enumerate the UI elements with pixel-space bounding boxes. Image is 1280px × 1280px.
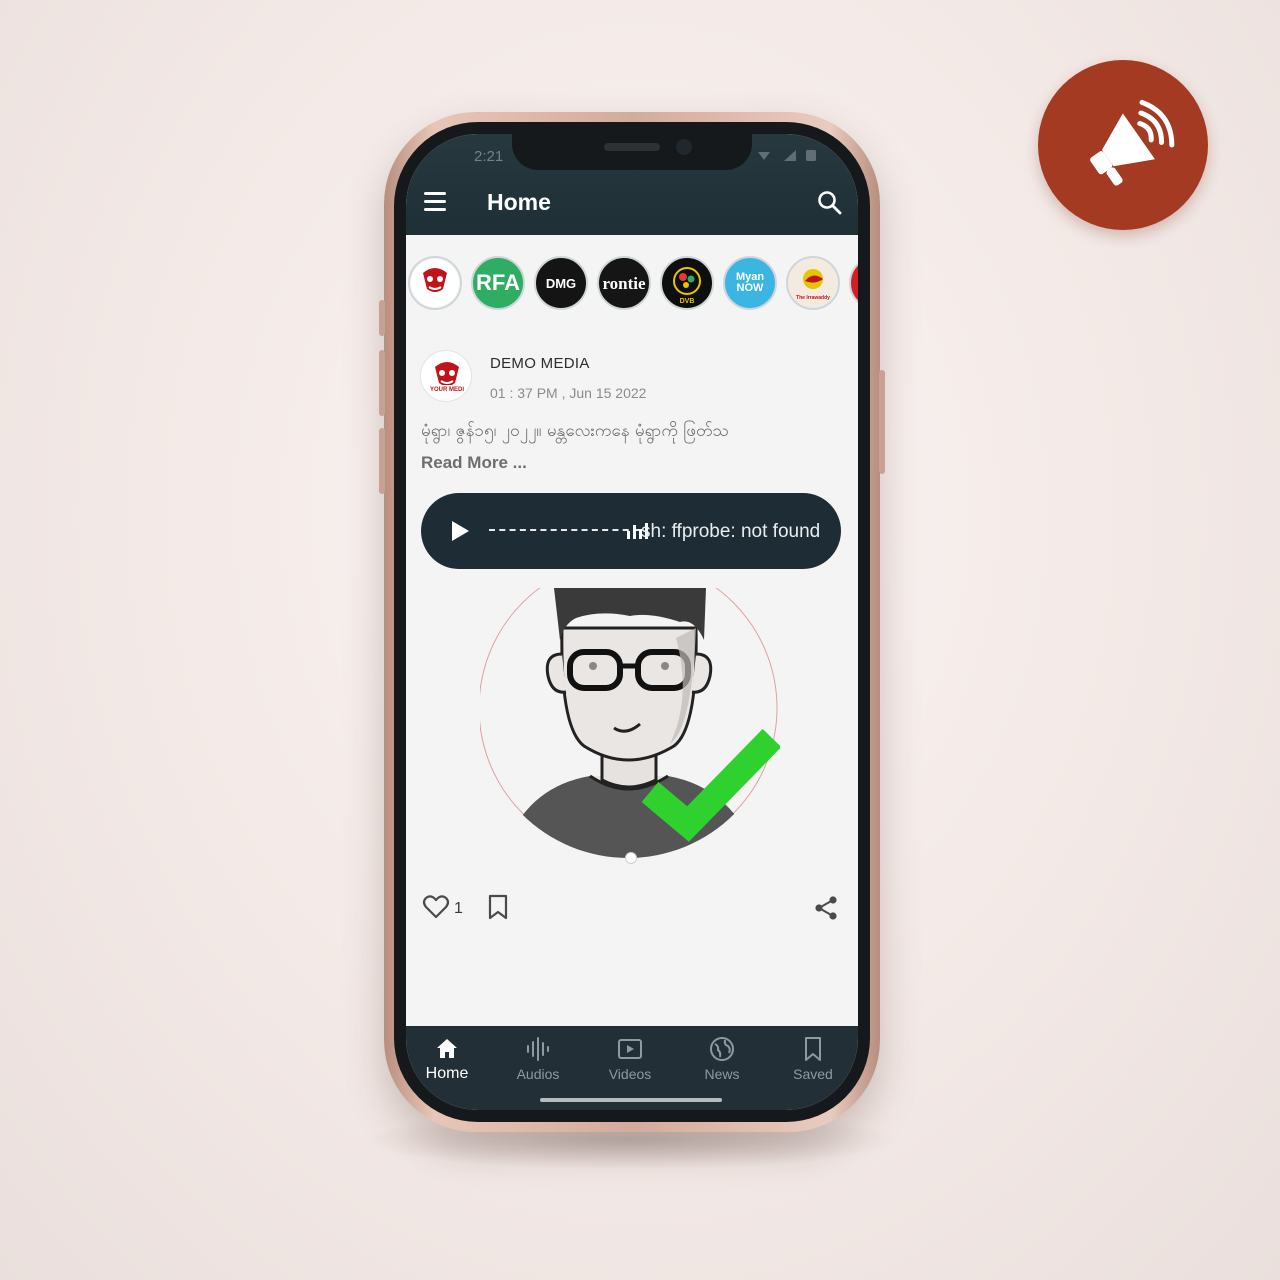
nav-item-saved[interactable]: Saved <box>768 1026 858 1096</box>
post-body-text: မုံရွာ၊ ဇွန်၁၅၊ ၂၀၂၂။ မန္တလေးကနေ မုံရွာက… <box>421 421 729 441</box>
share-icon[interactable] <box>812 894 840 922</box>
story-label: RFA <box>476 270 520 295</box>
status-time: 2:21 <box>474 148 504 165</box>
nav-label: Saved <box>793 1066 833 1082</box>
story-avatar-irrawaddy[interactable]: The Irrawaddy <box>786 256 840 310</box>
nav-label: News <box>704 1066 740 1082</box>
audio-error-text: sh: ffprobe: not found <box>641 521 821 542</box>
phone-mute-switch <box>379 300 385 336</box>
bookmark-icon[interactable] <box>487 894 509 920</box>
phone-camera <box>676 139 692 155</box>
nav-item-home[interactable]: Home <box>406 1026 492 1096</box>
menu-icon[interactable] <box>422 192 448 212</box>
phone-volume-up <box>379 350 385 416</box>
nav-item-audios[interactable]: Audios <box>493 1026 583 1096</box>
bottom-navigation: Home Audios Videos News Saved <box>406 1026 858 1110</box>
phone-speaker <box>604 143 660 151</box>
read-more-link[interactable]: Read More ... <box>421 453 527 473</box>
svg-text:YOUR MEDI: YOUR MEDI <box>430 387 464 393</box>
story-label: rontie <box>602 273 646 293</box>
play-icon[interactable] <box>449 519 471 543</box>
story-avatar-dvb[interactable]: DVB <box>660 256 714 310</box>
phone-power-button <box>879 370 885 474</box>
bookmark-icon <box>805 1037 821 1061</box>
page-title: Home <box>487 189 551 215</box>
video-play-icon <box>618 1039 642 1059</box>
post-timestamp: 01 : 37 PM , Jun 15 2022 <box>490 385 647 401</box>
svg-text:DVB: DVB <box>680 298 695 305</box>
image-page-indicator <box>625 852 637 864</box>
home-icon <box>437 1039 457 1058</box>
heart-icon[interactable] <box>422 894 450 920</box>
phone-volume-down <box>379 428 385 494</box>
megaphone-icon <box>1090 99 1175 186</box>
audio-player[interactable]: sh: ffprobe: not found <box>421 493 841 569</box>
dvb-logo: DVB <box>673 267 701 305</box>
channel-stories-row: RFA DMG rontie DVB Myan NOW The Irrawadd… <box>406 256 858 312</box>
verified-avatar-illustration <box>480 588 780 858</box>
audio-waveform[interactable] <box>489 529 639 532</box>
irrawaddy-logo: The Irrawaddy <box>796 269 830 301</box>
globe-icon <box>710 1037 734 1061</box>
story-label: Myan NOW <box>735 271 765 294</box>
post-author-avatar[interactable]: YOUR MEDI <box>420 350 472 402</box>
story-label: DMG <box>545 275 577 291</box>
like-count: 1 <box>454 900 463 917</box>
search-icon[interactable] <box>816 189 844 217</box>
story-avatar-your-media[interactable] <box>408 256 462 310</box>
story-avatar-rfa[interactable]: RFA <box>471 256 525 310</box>
post-actions: 1 <box>406 894 858 924</box>
status-icons <box>758 150 816 161</box>
nav-label: Home <box>425 1065 469 1082</box>
home-indicator <box>540 1098 722 1102</box>
post-image[interactable] <box>480 588 780 864</box>
story-avatar-dmg[interactable]: DMG <box>534 256 588 310</box>
story-avatar-more[interactable] <box>849 256 858 310</box>
phone-notch <box>512 134 752 170</box>
megaphone-badge <box>1038 60 1208 230</box>
svg-text:The Irrawaddy: The Irrawaddy <box>796 295 830 301</box>
app-screen: 2:21 Home RFA DMG rontie DVB Myan NOW Th… <box>406 134 858 1110</box>
your-media-logo <box>411 259 459 307</box>
story-avatar-myanmar-now[interactable]: Myan NOW <box>723 256 777 310</box>
nav-label: Videos <box>608 1066 652 1082</box>
audio-wave-icon <box>527 1037 549 1061</box>
nav-item-videos[interactable]: Videos <box>585 1026 675 1096</box>
nav-item-news[interactable]: News <box>677 1026 767 1096</box>
your-media-logo: YOUR MEDI <box>427 362 467 393</box>
post-author-name[interactable]: DEMO MEDIA <box>490 355 590 372</box>
story-avatar-frontier[interactable]: rontie <box>597 256 651 310</box>
nav-label: Audios <box>516 1066 560 1082</box>
